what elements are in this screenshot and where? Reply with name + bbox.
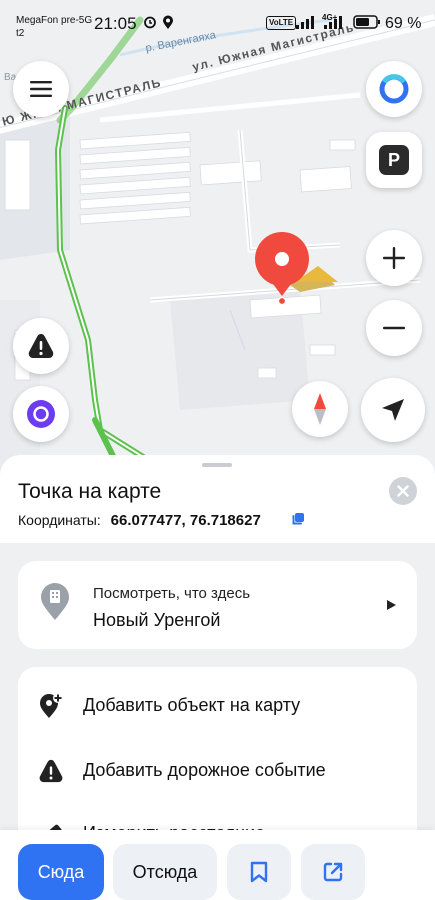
- warning-icon: [39, 759, 63, 783]
- bottom-action-bar: Сюда Отсюда: [0, 830, 435, 900]
- close-icon: [397, 485, 409, 497]
- volte-badge: VoLTE: [266, 16, 297, 30]
- whats-here-card[interactable]: Посмотреть, что здесь Новый Уренгой: [18, 561, 417, 649]
- add-object-item[interactable]: Добавить объект на карту: [18, 685, 417, 725]
- bookmark-icon: [250, 861, 268, 883]
- zoom-in-button[interactable]: [366, 230, 422, 286]
- sheet-grabber[interactable]: [202, 463, 232, 467]
- assistant-button[interactable]: [366, 61, 422, 117]
- sheet-title: Точка на карте: [18, 480, 162, 503]
- road-event-button[interactable]: [13, 318, 69, 374]
- add-road-event-item[interactable]: Добавить дорожное событие: [18, 750, 417, 790]
- compass-icon: [314, 393, 326, 425]
- route-here-button[interactable]: Сюда: [18, 844, 104, 900]
- alarm-icon: [144, 16, 156, 29]
- signal-icon: [296, 16, 314, 29]
- carrier: MegaFon pre-5G t2: [16, 15, 93, 39]
- add-object-label: Добавить объект на карту: [83, 695, 301, 715]
- coordinates-value[interactable]: 66.077477, 76.718627: [111, 512, 261, 529]
- whats-here-city: Новый Уренгой: [93, 610, 221, 630]
- zoom-out-button[interactable]: [366, 300, 422, 356]
- signal-icon-2: [324, 16, 342, 29]
- alice-assistant-icon: [379, 74, 409, 104]
- battery-icon: [353, 15, 380, 29]
- my-location-button[interactable]: [361, 378, 425, 442]
- copy-icon[interactable]: [291, 512, 305, 526]
- navigation-arrow-icon: [382, 399, 404, 421]
- chevron-right-icon: [387, 600, 396, 610]
- compass-button[interactable]: [292, 381, 348, 437]
- alice-icon: [27, 400, 55, 428]
- add-place-icon: [40, 693, 63, 718]
- add-road-event-label: Добавить дорожное событие: [83, 760, 326, 780]
- parking-icon: P: [379, 145, 409, 175]
- coordinates: Координаты: 66.077477, 76.718627: [18, 512, 261, 529]
- whats-here-title: Посмотреть, что здесь: [93, 585, 251, 602]
- minus-icon: [383, 326, 405, 330]
- alice-button[interactable]: [13, 386, 69, 442]
- menu-button[interactable]: [13, 61, 69, 117]
- building-pin-icon: [41, 583, 69, 620]
- map-view[interactable]: ул. Южная Магистраль Ю ЖНАЯ МАГИСТРАЛЬ р…: [0, 0, 435, 480]
- bookmark-button[interactable]: [227, 844, 291, 900]
- status-bar: MegaFon pre-5G t2 21:05 VoLTE 4G+ 69 %: [0, 0, 435, 42]
- road-event-icon: [28, 334, 54, 358]
- share-icon: [323, 862, 343, 882]
- share-button[interactable]: [301, 844, 365, 900]
- close-button[interactable]: [389, 477, 417, 505]
- sheet-header: Точка на карте Координаты: 66.077477, 76…: [0, 455, 435, 543]
- location-status-icon: [163, 15, 173, 29]
- parking-button[interactable]: P: [366, 132, 422, 188]
- plus-icon: [383, 247, 405, 269]
- menu-icon: [30, 81, 52, 97]
- clock: 21:05: [94, 14, 137, 33]
- coordinates-label: Координаты:: [18, 512, 101, 528]
- route-from-button[interactable]: Отсюда: [113, 844, 217, 900]
- battery-percent: 69 %: [385, 15, 422, 32]
